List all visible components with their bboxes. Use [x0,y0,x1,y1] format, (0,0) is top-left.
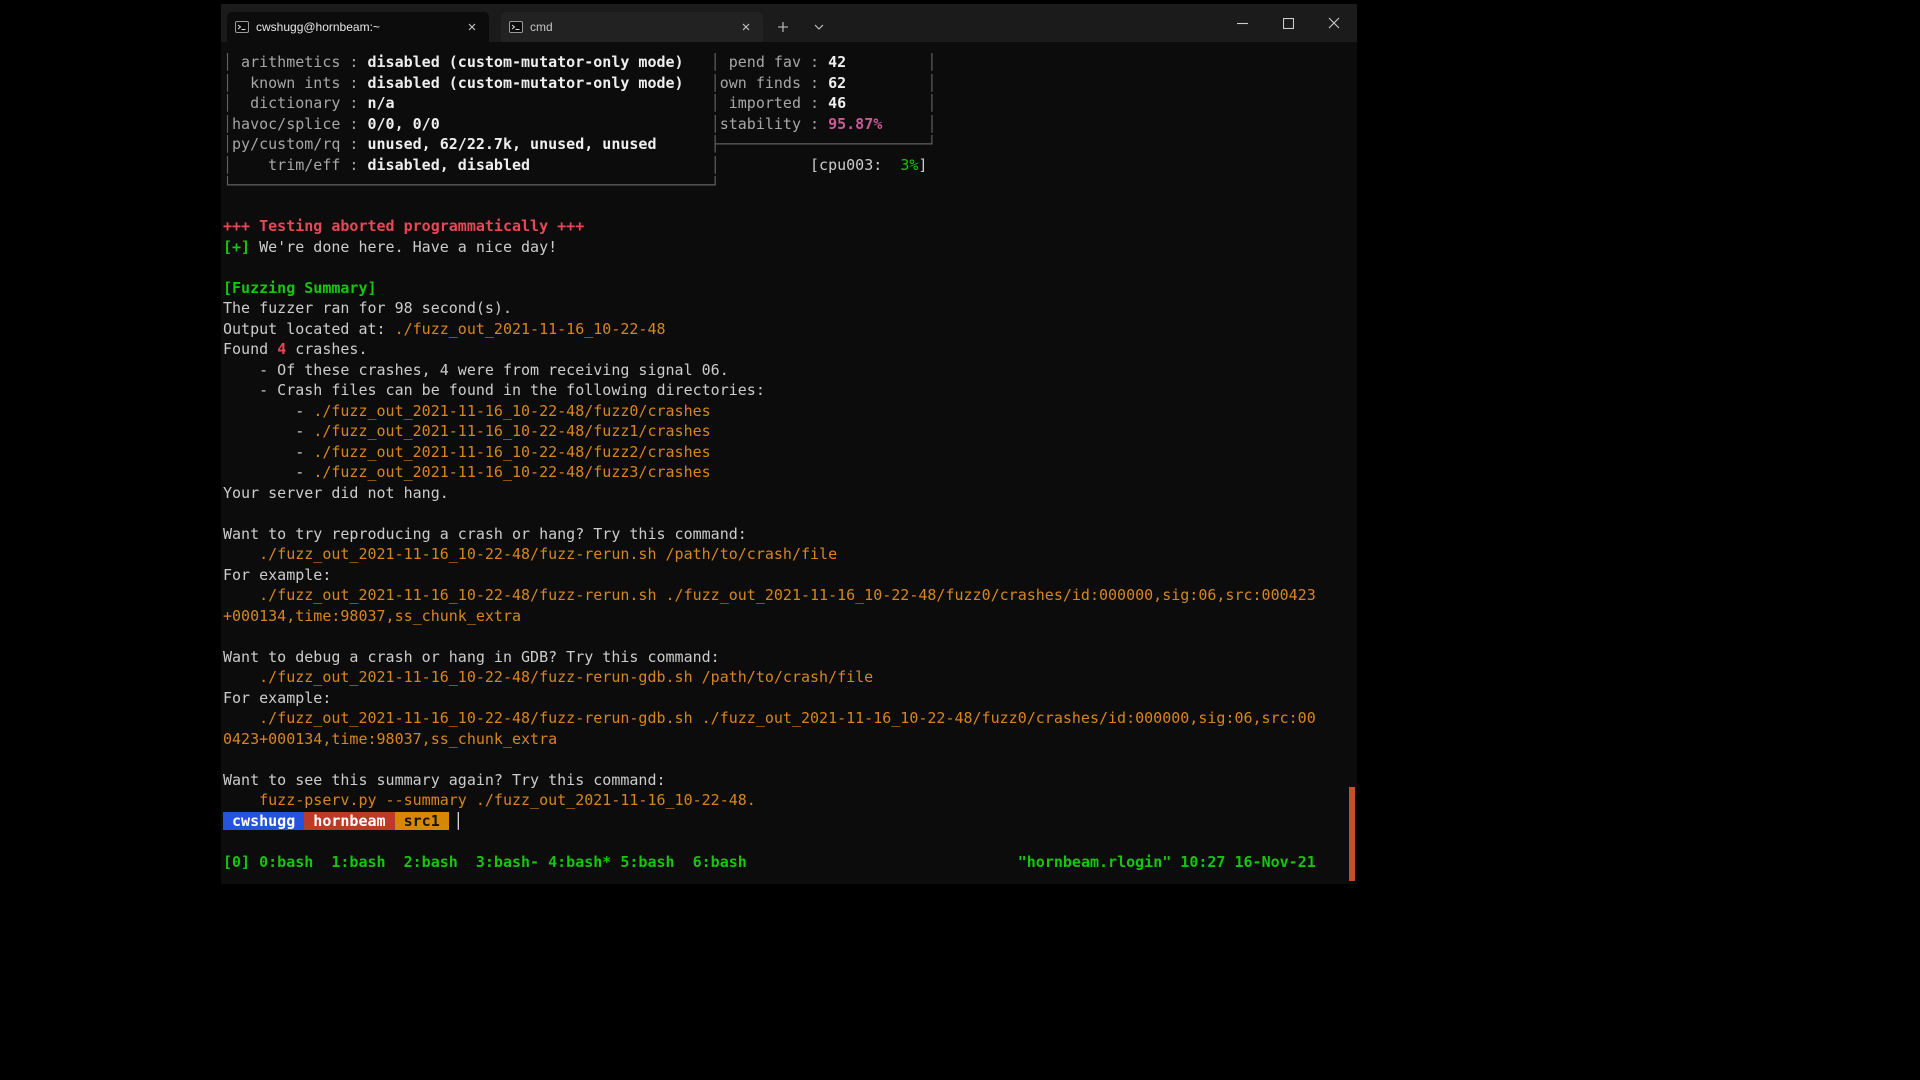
terminal-line [223,749,1357,770]
terminal-line: - ./fuzz_out_2021-11-16_10-22-48/fuzz3/c… [223,462,1357,483]
terminal-line: Found 4 crashes. [223,339,1357,360]
minimize-icon [1237,18,1248,29]
maximize-icon [1283,18,1294,29]
terminal-line: │ arithmetics : disabled (custom-mutator… [223,52,1357,73]
terminal-line: [0] 0:bash 1:bash 2:bash 3:bash- 4:bash*… [223,852,1357,873]
tab-cwshugg-hornbeam[interactable]: cwshugg@hornbeam:~ [227,12,489,42]
terminal-line: │ dictionary : n/a │ imported : 46 │ [223,93,1357,114]
terminal-line: 0423+000134,time:98037,ss_chunk_extra [223,729,1357,750]
terminal-line: ./fuzz_out_2021-11-16_10-22-48/fuzz-reru… [223,544,1357,565]
terminal-line: cwshugg hornbeam src1 ▏ [223,811,1357,832]
terminal-line: └───────────────────────────────────────… [223,175,1357,196]
tab-close-icon[interactable] [463,18,481,36]
terminal-line [223,196,1357,217]
tab-title: cmd [530,20,730,34]
terminal-line: Want to see this summary again? Try this… [223,770,1357,791]
terminal-line: Want to try reproducing a crash or hang?… [223,524,1357,545]
terminal-line: Your server did not hang. [223,483,1357,504]
new-tab-button[interactable] [767,12,799,42]
terminal-line: The fuzzer ran for 98 second(s). [223,298,1357,319]
tab-bar: cwshugg@hornbeam:~ cmd [221,4,1357,42]
scrollbar-thumb[interactable] [1349,787,1355,881]
terminal-line: Want to debug a crash or hang in GDB? Tr… [223,647,1357,668]
tab-title: cwshugg@hornbeam:~ [256,20,456,34]
tab-close-icon[interactable] [737,18,755,36]
terminal-line [223,626,1357,647]
terminal-line: │havoc/splice : 0/0, 0/0 │stability : 95… [223,114,1357,135]
terminal-line [223,503,1357,524]
terminal-line: +000134,time:98037,ss_chunk_extra [223,606,1357,627]
terminal-line: │ known ints : disabled (custom-mutator-… [223,73,1357,94]
terminal-line: [+] We're done here. Have a nice day! [223,237,1357,258]
terminal-line: - ./fuzz_out_2021-11-16_10-22-48/fuzz0/c… [223,401,1357,422]
terminal-line: [Fuzzing Summary] [223,278,1357,299]
maximize-button[interactable] [1265,4,1311,42]
terminal-line: fuzz-pserv.py --summary ./fuzz_out_2021-… [223,790,1357,811]
cmd-icon [509,21,523,33]
terminal-line: ./fuzz_out_2021-11-16_10-22-48/fuzz-reru… [223,667,1357,688]
terminal-line: ./fuzz_out_2021-11-16_10-22-48/fuzz-reru… [223,708,1357,729]
terminal-line: │ trim/eff : disabled, disabled │ [cpu00… [223,155,1357,176]
terminal-line: - ./fuzz_out_2021-11-16_10-22-48/fuzz1/c… [223,421,1357,442]
chevron-down-icon [814,24,824,30]
terminal-line: +++ Testing aborted programmatically +++ [223,216,1357,237]
terminal-line: - Of these crashes, 4 were from receivin… [223,360,1357,381]
tab-dropdown-button[interactable] [803,12,835,42]
terminal-window: cwshugg@hornbeam:~ cmd [221,4,1357,884]
plus-icon [777,21,789,33]
window-controls [1219,4,1357,42]
terminal-line: Output located at: ./fuzz_out_2021-11-16… [223,319,1357,340]
cmd-icon [235,21,249,33]
scrollbar[interactable] [1347,42,1357,884]
terminal-line: - ./fuzz_out_2021-11-16_10-22-48/fuzz2/c… [223,442,1357,463]
terminal-line: - Crash files can be found in the follow… [223,380,1357,401]
close-button[interactable] [1311,4,1357,42]
terminal-line [223,257,1357,278]
minimize-button[interactable] [1219,4,1265,42]
terminal-line: For example: [223,565,1357,586]
terminal-viewport[interactable]: │ arithmetics : disabled (custom-mutator… [221,42,1357,884]
terminal-line: ./fuzz_out_2021-11-16_10-22-48/fuzz-reru… [223,585,1357,606]
terminal-output: │ arithmetics : disabled (custom-mutator… [223,52,1357,872]
tab-cmd[interactable]: cmd [501,12,763,42]
terminal-line: For example: [223,688,1357,709]
close-icon [1328,17,1340,29]
terminal-line: │py/custom/rq : unused, 62/22.7k, unused… [223,134,1357,155]
terminal-line [223,831,1357,852]
